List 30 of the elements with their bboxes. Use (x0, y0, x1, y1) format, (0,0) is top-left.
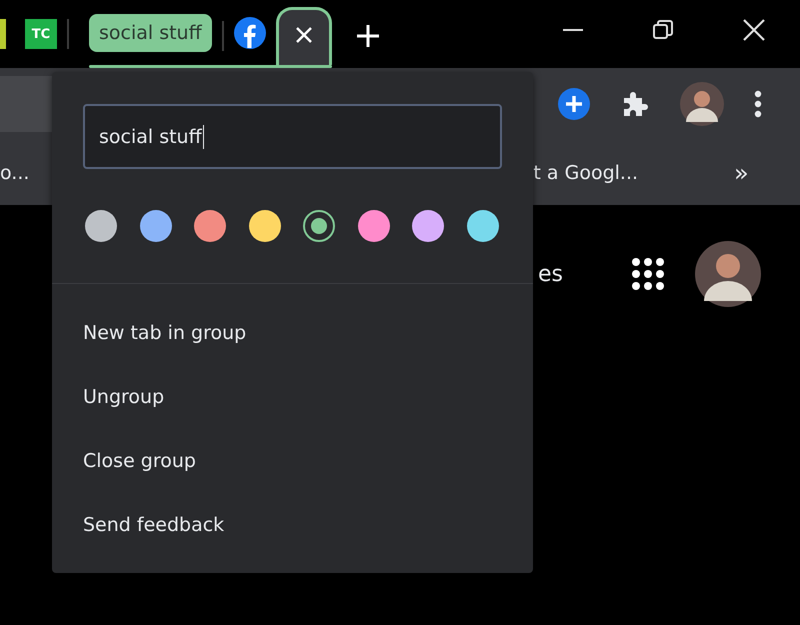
color-swatch[interactable] (303, 210, 335, 242)
color-swatch[interactable] (85, 210, 117, 242)
apps-grid-icon[interactable] (631, 257, 665, 291)
bookmark[interactable]: t a Googl... (533, 162, 638, 184)
active-tab[interactable] (276, 7, 332, 65)
avatar[interactable] (695, 241, 761, 307)
color-swatch[interactable] (466, 210, 498, 242)
avatar[interactable] (680, 82, 724, 126)
menu-item[interactable]: Send feedback (52, 493, 533, 557)
color-swatch[interactable] (358, 210, 390, 242)
color-swatch[interactable] (140, 210, 172, 242)
page-link[interactable]: es (538, 262, 563, 286)
menu-item[interactable]: New tab in group (52, 301, 533, 365)
tab-group-chip[interactable]: social stuff (89, 14, 212, 52)
bookmark[interactable]: o... (0, 162, 30, 184)
color-swatch[interactable] (194, 210, 226, 242)
facebook-icon[interactable] (234, 17, 266, 49)
restore-icon[interactable] (653, 20, 673, 40)
color-swatch[interactable] (412, 210, 444, 242)
color-swatch[interactable] (248, 210, 280, 242)
menu-item[interactable]: Ungroup (52, 365, 533, 429)
menu-item[interactable]: Close group (52, 429, 533, 493)
close-icon[interactable] (743, 19, 765, 41)
group-name-field[interactable]: social stuff (83, 104, 502, 169)
minimize-icon[interactable] (563, 28, 583, 32)
more-icon[interactable] (754, 90, 762, 118)
bookmarks-overflow-button[interactable]: » (734, 158, 749, 186)
close-icon[interactable] (294, 24, 314, 44)
add-icon[interactable] (558, 88, 590, 120)
new-tab-icon[interactable] (356, 24, 380, 48)
